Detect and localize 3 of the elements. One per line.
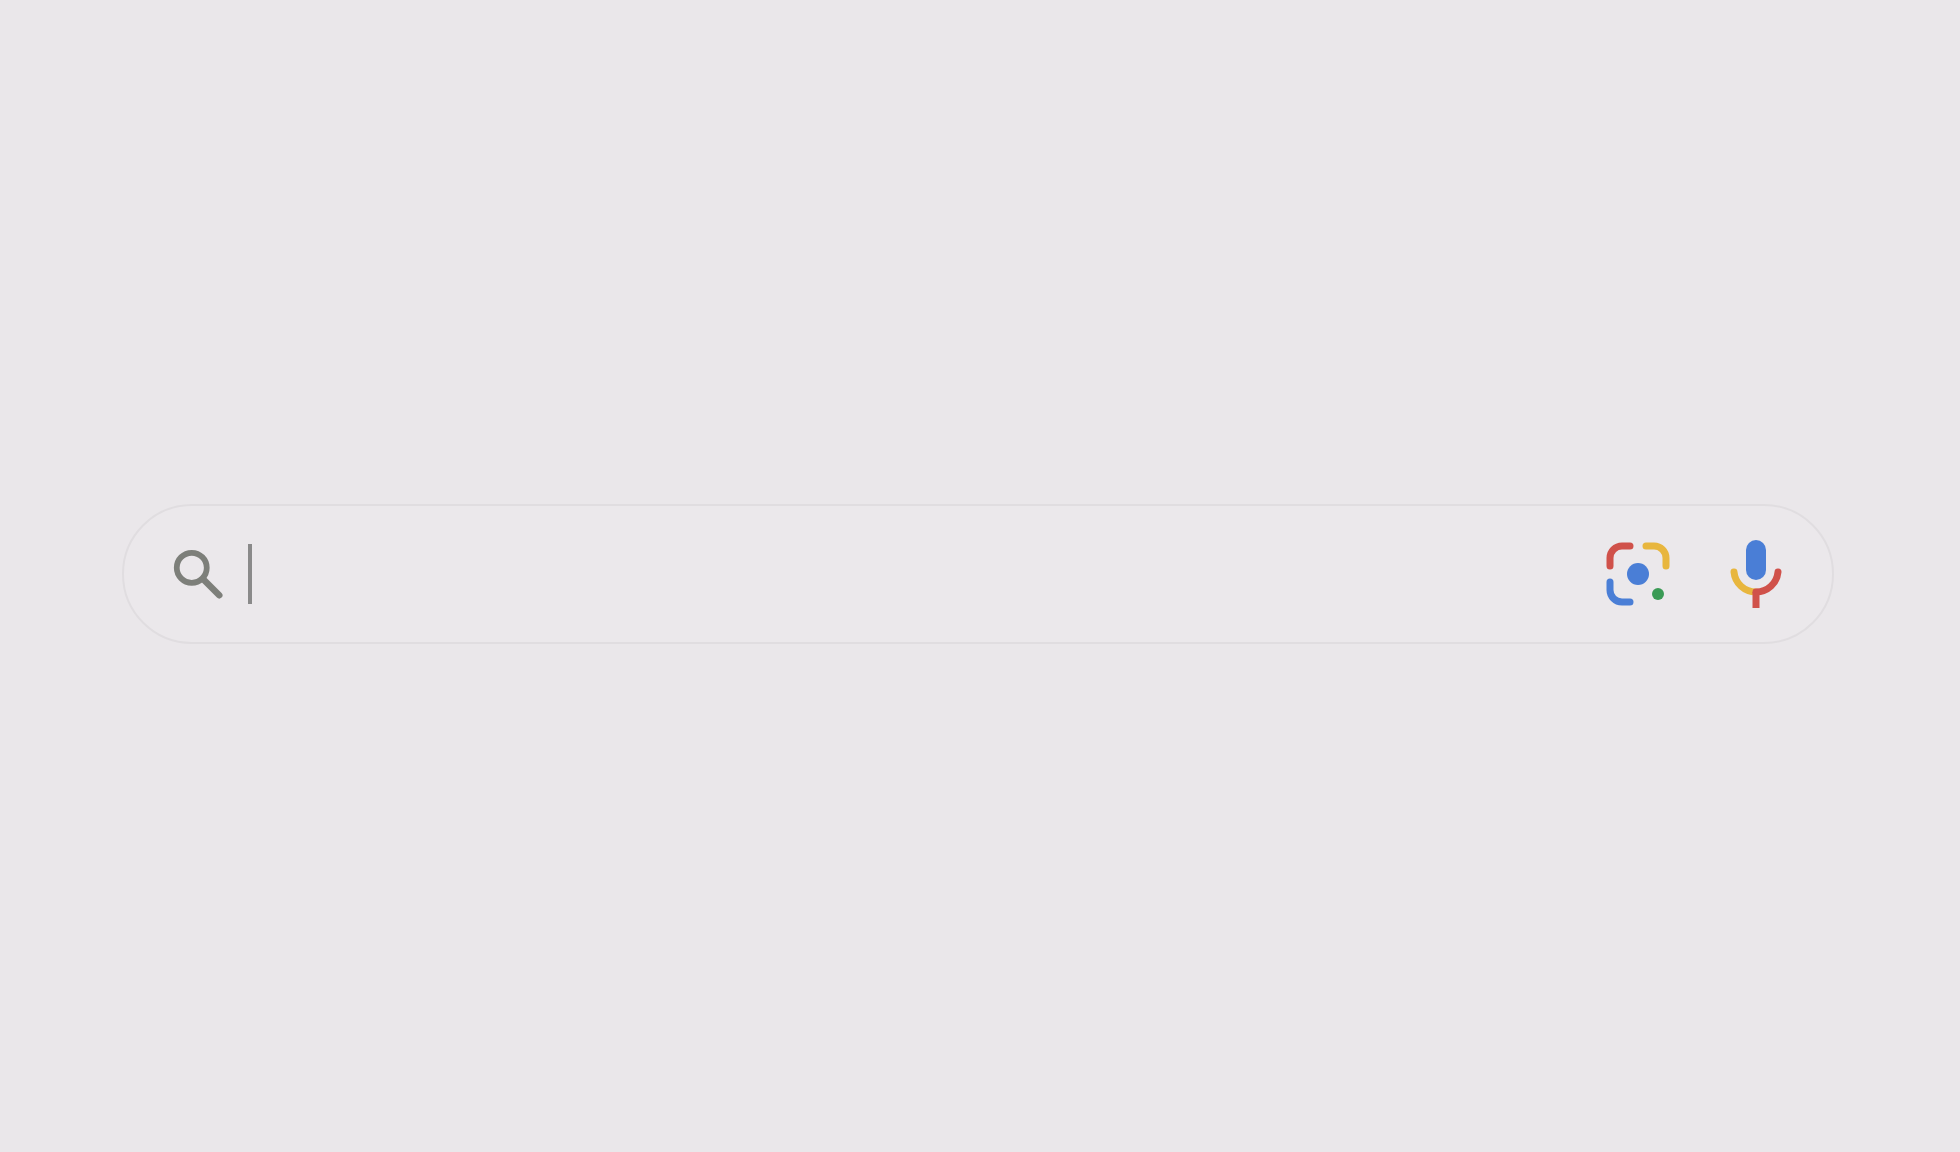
search-icon [168,544,228,604]
camera-lens-icon[interactable] [1604,540,1672,608]
microphone-icon[interactable] [1728,538,1784,610]
